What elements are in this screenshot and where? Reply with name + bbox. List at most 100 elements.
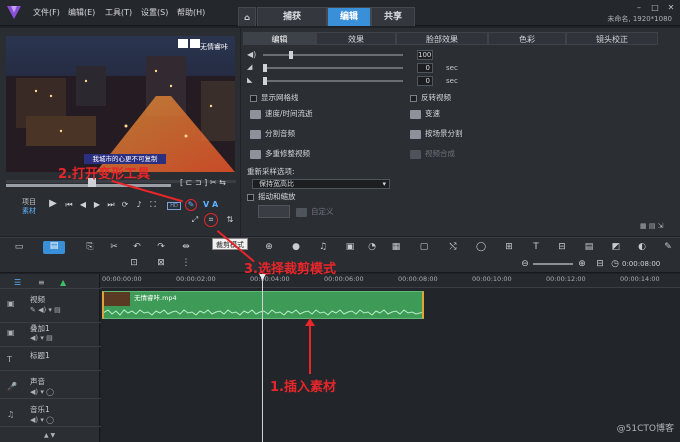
- maximize-icon[interactable]: □: [650, 4, 660, 12]
- trim-buttons[interactable]: [ ⊏ ⊐ ] ✂ ⇆: [180, 178, 240, 190]
- zoom-in-icon[interactable]: ⊕: [576, 259, 588, 270]
- tab-options-edit[interactable]: 编辑: [243, 32, 316, 45]
- storyboard-view-icon[interactable]: ▭: [13, 242, 25, 253]
- zoom-slider[interactable]: [533, 263, 573, 265]
- va-toggle[interactable]: V A: [203, 200, 218, 209]
- mask-icon[interactable]: ◯: [475, 242, 487, 253]
- voice-track-controls[interactable]: ◀) ▾ ◯: [30, 388, 54, 396]
- fade-in-knob[interactable]: [263, 64, 267, 72]
- show-grid-option[interactable]: 显示网格线: [250, 92, 299, 103]
- skip-end-icon[interactable]: ⏭: [106, 200, 116, 210]
- next-frame-icon[interactable]: ▶: [92, 200, 102, 210]
- menu-file[interactable]: 文件(F): [33, 7, 60, 18]
- tab-share[interactable]: 共享: [371, 7, 415, 26]
- stepper-icon[interactable]: ⇅: [225, 215, 235, 225]
- screen-icon[interactable]: ▢: [418, 242, 430, 253]
- tab-edit[interactable]: 编辑: [327, 7, 371, 26]
- split-audio-option[interactable]: 分割音频: [250, 128, 295, 139]
- settings-icon[interactable]: ✎: [662, 242, 674, 253]
- undo-icon[interactable]: ↶: [131, 242, 143, 253]
- stop-motion-icon[interactable]: ⊞: [503, 242, 515, 253]
- tab-options-lens[interactable]: 镜头校正: [566, 32, 658, 45]
- record-icon[interactable]: ●: [290, 242, 302, 253]
- fullscreen-icon[interactable]: ⛶: [148, 200, 158, 210]
- mark-in-icon[interactable]: ⊡: [128, 258, 140, 269]
- hd-badge[interactable]: HD: [167, 202, 181, 210]
- minimize-icon[interactable]: –: [634, 4, 644, 12]
- transition-icon[interactable]: ⤭: [447, 242, 459, 253]
- chapter-icon[interactable]: ≡: [38, 278, 45, 287]
- custom-button[interactable]: 自定义: [296, 206, 334, 217]
- prev-frame-icon[interactable]: ◀: [78, 200, 88, 210]
- crop-mode-icon[interactable]: ⌗: [206, 215, 216, 225]
- tool-icon[interactable]: ✂: [108, 242, 120, 253]
- speed-option[interactable]: 速度/时间流逝: [250, 108, 313, 119]
- repeat-icon[interactable]: ⟳: [120, 200, 130, 210]
- motion-icon[interactable]: ◔: [366, 242, 378, 253]
- show-grid-checkbox[interactable]: [250, 94, 257, 102]
- fade-out-track[interactable]: [263, 80, 403, 82]
- volume-track[interactable]: [263, 54, 403, 56]
- redo-icon[interactable]: ↷: [155, 242, 167, 253]
- pan-zoom-checkbox[interactable]: [247, 193, 254, 201]
- track-manager-icon[interactable]: ☰: [14, 278, 21, 287]
- menu-settings[interactable]: 设置(S): [141, 7, 168, 18]
- lens-icon[interactable]: ◩: [610, 242, 622, 253]
- menu-tools[interactable]: 工具(T): [105, 7, 132, 18]
- reverse-option[interactable]: 反转视频: [410, 92, 451, 103]
- transform-tool-icon[interactable]: ✎: [186, 200, 196, 210]
- video-track-controls[interactable]: ✎ ◀) ▾ ▤: [30, 306, 61, 314]
- reverse-checkbox[interactable]: [410, 94, 417, 102]
- volume-icon[interactable]: ♪: [134, 200, 144, 210]
- mixer-icon[interactable]: ♫: [317, 242, 329, 253]
- volume-knob[interactable]: [289, 51, 293, 59]
- track-scroll-controls[interactable]: ▲ ▼: [44, 432, 55, 439]
- scene-split-option[interactable]: 按场景分割: [410, 128, 463, 139]
- overlay-track-controls[interactable]: ◀) ▾ ▤: [30, 334, 53, 342]
- mark-out-icon[interactable]: ⊠: [155, 258, 167, 269]
- fade-in-input[interactable]: 0: [417, 63, 433, 73]
- fade-out-input[interactable]: 0: [417, 76, 433, 86]
- video-composite-icon: [410, 149, 421, 159]
- fade-in-track[interactable]: [263, 67, 403, 69]
- speed-ramp-icon[interactable]: ⊟: [556, 242, 568, 253]
- video-preview[interactable]: [6, 36, 235, 172]
- color-grade-icon[interactable]: ◐: [636, 242, 648, 253]
- music-track-controls[interactable]: ◀) ▾ ◯: [30, 416, 54, 424]
- fit-icon[interactable]: ⊟: [594, 259, 606, 270]
- panel-toolbar-icons[interactable]: ▦ ▤ ⇲: [640, 222, 676, 231]
- timeline-view-icon[interactable]: ▤: [43, 241, 65, 254]
- tab-options-color[interactable]: 色彩: [488, 32, 566, 45]
- menu-edit[interactable]: 编辑(E): [68, 7, 95, 18]
- multicam-icon[interactable]: ▦: [390, 242, 402, 253]
- close-icon[interactable]: ✕: [666, 4, 676, 12]
- subtitle-icon[interactable]: ▣: [344, 242, 356, 253]
- menu-help[interactable]: 帮助(H): [177, 7, 205, 18]
- tab-capture[interactable]: 捕获: [257, 7, 327, 26]
- audio-ducking-icon[interactable]: ▤: [583, 242, 595, 253]
- split-icon[interactable]: ⇹: [180, 242, 192, 253]
- tab-options-face[interactable]: 脸部效果: [396, 32, 488, 45]
- fade-out-knob[interactable]: [263, 77, 267, 85]
- multi-trim-option[interactable]: 多重修整视频: [250, 148, 310, 159]
- ripple-edit-icon[interactable]: ▲: [60, 278, 66, 287]
- video-composite-option[interactable]: 视频合成: [410, 148, 455, 159]
- add-track-icon[interactable]: ⊕: [263, 242, 275, 253]
- zoom-out-icon[interactable]: ⊖: [519, 259, 531, 270]
- volume-input[interactable]: 100: [417, 50, 433, 60]
- home-icon[interactable]: ⌂: [238, 7, 256, 26]
- play-icon[interactable]: ▶: [47, 199, 59, 211]
- resample-select[interactable]: 保持宽高比 ▾: [252, 179, 390, 189]
- pan-zoom-option[interactable]: 摇动和缩放: [247, 191, 296, 202]
- zoom-timecode[interactable]: 0:00:08:00: [622, 260, 660, 268]
- playhead[interactable]: [262, 274, 263, 442]
- variable-speed-option[interactable]: 变速: [410, 108, 440, 119]
- tab-options-effect[interactable]: 效果: [316, 32, 396, 45]
- title-3d-icon[interactable]: T: [530, 242, 542, 253]
- snap-icon[interactable]: ⋮: [180, 258, 192, 269]
- clip-mode-label[interactable]: 素材: [22, 206, 36, 216]
- skip-start-icon[interactable]: ⏮: [64, 200, 74, 210]
- scale-mode-icon[interactable]: ⤢: [190, 215, 200, 225]
- copy-icon[interactable]: ⎘: [84, 242, 96, 253]
- pan-zoom-preset[interactable]: [258, 205, 290, 218]
